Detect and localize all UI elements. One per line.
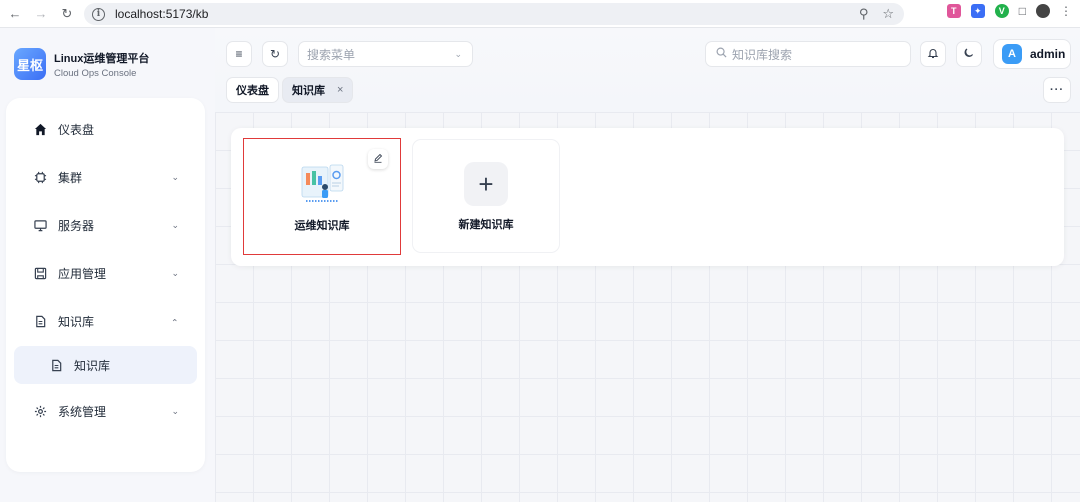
chevron-down-icon: ⌄: [171, 219, 179, 230]
edit-button[interactable]: [368, 149, 388, 169]
kb-card-title: 运维知识库: [294, 220, 350, 232]
sidebar-item-knowledge-base[interactable]: 知识库 ⌄: [14, 302, 197, 340]
chevron-down-icon: ⌄: [171, 171, 179, 182]
browser-toolbar: ← → ↻ i localhost:5173/kb ⚲ ☆ T ✦ V □ ⋮: [0, 0, 1080, 28]
brand-subtitle: Cloud Ops Console: [54, 67, 137, 79]
sidebar-item-label: 知识库: [74, 358, 111, 373]
kb-search-input[interactable]: 知识库搜索: [705, 41, 911, 67]
main-content: 运维知识库 + 新建知识库: [215, 112, 1080, 502]
sidebar-item-label: 知识库: [58, 314, 95, 329]
brand-title: Linux运维管理平台: [54, 52, 150, 65]
bookmark-star-icon[interactable]: ☆: [882, 6, 894, 22]
kb-card[interactable]: 运维知识库: [243, 138, 401, 255]
more-dots-icon: ···: [1050, 84, 1064, 96]
plus-icon: +: [464, 162, 508, 206]
menu-search-select[interactable]: 搜索菜单 ⌄: [298, 41, 473, 67]
new-kb-card[interactable]: + 新建知识库: [413, 140, 559, 252]
hamburger-icon: ≡: [235, 47, 243, 61]
browser-menu-icon[interactable]: ⋮: [1060, 4, 1072, 18]
moon-icon: [963, 47, 975, 62]
tab-knowledge-base[interactable]: 知识库 ×: [282, 77, 354, 103]
user-menu[interactable]: A admin: [993, 39, 1071, 69]
chip-icon: [32, 171, 48, 184]
sidebar: 星枢 Linux运维管理平台 Cloud Ops Console 仪表盘 集群 …: [0, 28, 215, 502]
document-icon: [48, 359, 64, 372]
tabs-more-button[interactable]: ···: [1043, 77, 1071, 103]
close-icon[interactable]: ×: [337, 84, 343, 96]
chevron-down-icon: ⌄: [454, 48, 462, 59]
url-text: localhost:5173/kb: [115, 7, 209, 21]
puzzle-extension-icon[interactable]: ✦: [970, 4, 985, 18]
new-kb-title: 新建知识库: [458, 219, 514, 231]
tab-dashboard[interactable]: 仪表盘: [226, 77, 279, 103]
menu-toggle-button[interactable]: ≡: [226, 41, 252, 67]
translate-extension-icon[interactable]: T: [946, 4, 961, 18]
zoom-icon[interactable]: ⚲: [859, 6, 869, 22]
extensions-icon[interactable]: □: [1019, 4, 1026, 18]
header: ≡ ↻ 搜索菜单 ⌄ 知识库搜索 A admin 仪表盘 知识库 × ···: [215, 28, 1080, 112]
forward-icon[interactable]: →: [30, 3, 52, 25]
vue-extension-icon[interactable]: V: [994, 4, 1009, 18]
refresh-button[interactable]: ↻: [262, 41, 288, 67]
user-name: admin: [1030, 47, 1066, 61]
menu-search-placeholder: 搜索菜单: [307, 47, 356, 62]
monitor-icon: [32, 219, 48, 232]
sidebar-item-label: 服务器: [58, 218, 95, 233]
theme-toggle-button[interactable]: [956, 41, 982, 67]
sidebar-item-label: 应用管理: [58, 266, 107, 281]
search-icon: [716, 47, 727, 61]
avatar: A: [1002, 44, 1022, 64]
refresh-icon: ↻: [269, 47, 281, 61]
sidebar-subitem-knowledge-base[interactable]: 知识库: [14, 346, 197, 384]
sidebar-item-label: 集群: [58, 170, 83, 185]
bell-icon: [927, 47, 939, 62]
brand[interactable]: 星枢 Linux运维管理平台 Cloud Ops Console: [14, 48, 149, 80]
sidebar-item-dashboard[interactable]: 仪表盘: [14, 110, 197, 148]
document-icon: [32, 315, 48, 328]
sidebar-item-system[interactable]: 系统管理 ⌄: [14, 392, 197, 430]
chevron-down-icon: ⌄: [171, 267, 179, 278]
sidebar-item-servers[interactable]: 服务器 ⌄: [14, 206, 197, 244]
kb-list-panel: 运维知识库 + 新建知识库: [231, 128, 1064, 266]
save-icon: [32, 267, 48, 280]
home-icon: [32, 123, 48, 136]
chevron-down-icon: ⌄: [171, 405, 179, 416]
back-icon[interactable]: ←: [4, 3, 26, 25]
site-info-icon[interactable]: i: [92, 7, 105, 21]
sidebar-item-label: 仪表盘: [58, 122, 95, 137]
kb-illustration: [298, 161, 346, 205]
brand-logo: 星枢: [14, 48, 46, 80]
tab-label: 知识库: [292, 85, 325, 97]
chevron-up-icon: ⌄: [171, 316, 179, 327]
kb-search-placeholder: 知识库搜索: [732, 47, 793, 62]
sidebar-item-label: 系统管理: [58, 404, 107, 419]
notifications-button[interactable]: [920, 41, 946, 67]
gear-icon: [32, 405, 48, 418]
sidebar-item-apps[interactable]: 应用管理 ⌄: [14, 254, 197, 292]
sidebar-item-cluster[interactable]: 集群 ⌄: [14, 158, 197, 196]
profile-icon[interactable]: [1036, 4, 1050, 18]
sidebar-menu: 仪表盘 集群 ⌄ 服务器 ⌄ 应用管理 ⌄ 知识库 ⌄ 知识库 系统管理 ⌄: [6, 98, 205, 472]
address-bar[interactable]: i localhost:5173/kb ⚲ ☆: [84, 3, 904, 25]
pencil-icon: [373, 153, 383, 166]
tab-label: 仪表盘: [236, 85, 269, 97]
reload-icon[interactable]: ↻: [56, 3, 78, 25]
